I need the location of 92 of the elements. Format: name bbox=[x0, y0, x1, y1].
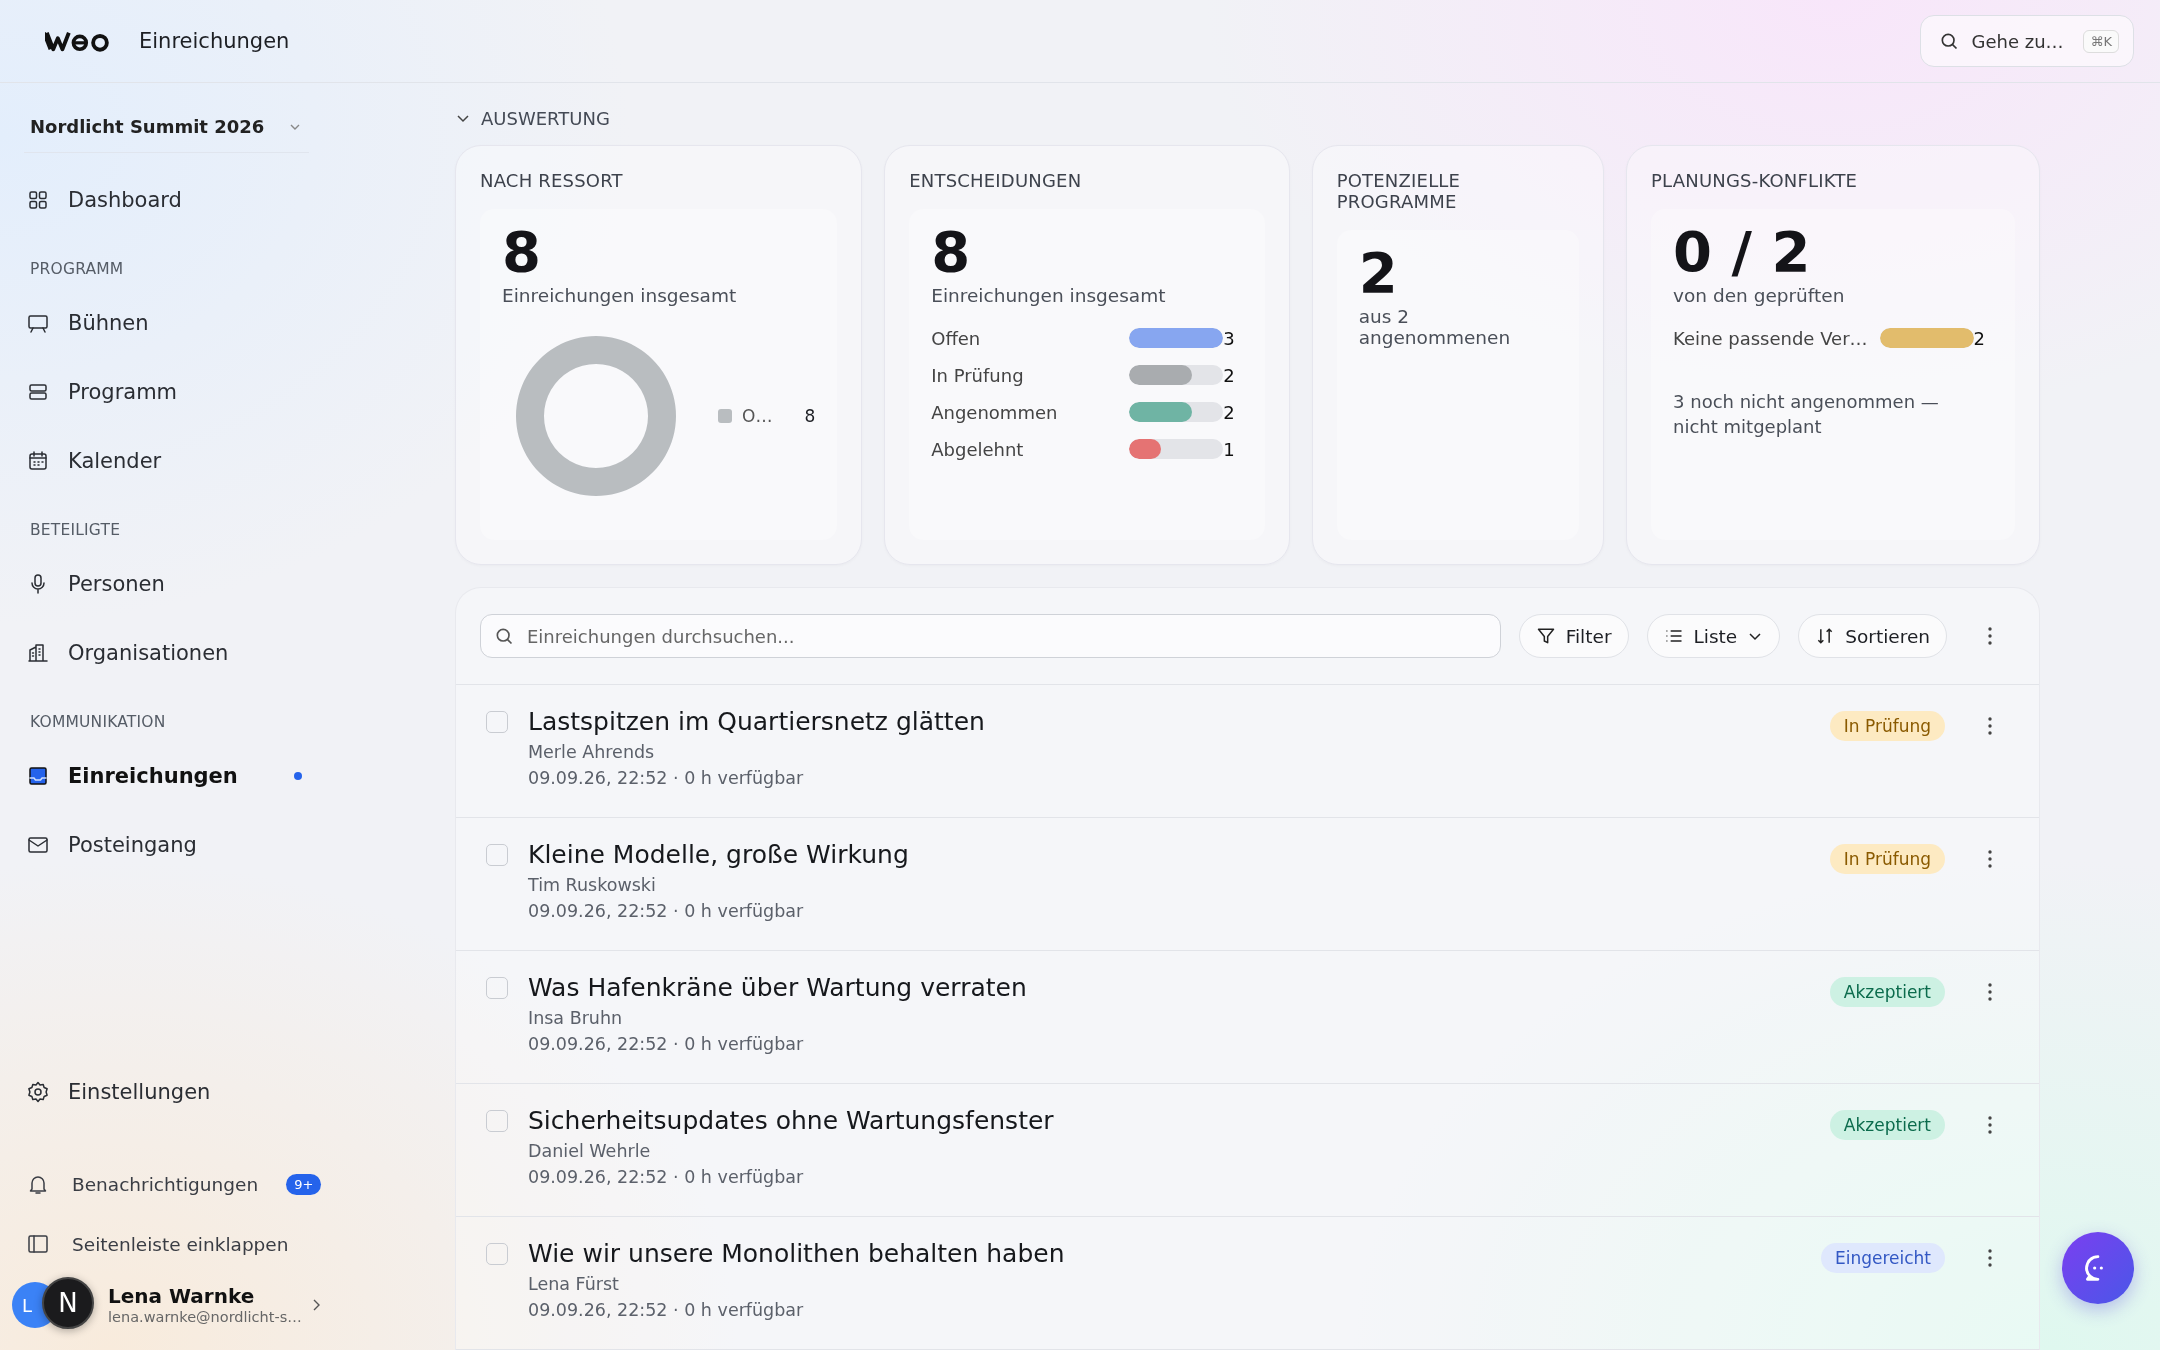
row-checkbox[interactable] bbox=[486, 1243, 508, 1265]
stat-value: 8 bbox=[931, 221, 972, 283]
row-checkbox[interactable] bbox=[486, 711, 508, 733]
nav-item[interactable]: Bühnen bbox=[24, 288, 314, 357]
bar-count: 2 bbox=[1223, 364, 1236, 386]
section-toggle[interactable]: AUSWERTUNG bbox=[455, 103, 610, 133]
bar-label: Offen bbox=[931, 327, 982, 349]
legend-label: O… bbox=[742, 405, 773, 426]
view-dropdown[interactable]: Liste bbox=[1646, 614, 1781, 658]
submission-author: Tim Ruskowski bbox=[528, 875, 656, 895]
nav-item[interactable]: Einreichungen bbox=[24, 741, 314, 810]
row-checkbox[interactable] bbox=[486, 844, 508, 866]
card-title: POTENZIELLE PROGRAMME bbox=[1336, 170, 1462, 212]
calendar-icon bbox=[26, 448, 50, 473]
submission-meta: 09.09.26, 22:52 · 0 h verfügbar bbox=[528, 768, 804, 788]
status-badge: In Prüfung bbox=[1829, 844, 1945, 874]
sidebar-icon bbox=[26, 1232, 50, 1256]
collapse-sidebar-link[interactable]: Seitenleiste einklappen bbox=[24, 1214, 324, 1274]
card-title: NACH RESSORT bbox=[480, 170, 624, 191]
status-badge: Eingereicht bbox=[1820, 1243, 1945, 1273]
stat-caption: Einreichungen insgesamt bbox=[502, 284, 738, 306]
status-badge: Akzeptiert bbox=[1829, 977, 1945, 1007]
nav-item[interactable]: Dashboard bbox=[24, 165, 314, 234]
search-field[interactable]: Einreichungen durchsuchen... bbox=[480, 614, 1501, 658]
submission-author: Daniel Wehrle bbox=[528, 1141, 651, 1161]
sort-button[interactable]: Sortieren bbox=[1798, 614, 1947, 658]
card-title: ENTSCHEIDUNGEN bbox=[909, 170, 1083, 191]
submission-meta: 09.09.26, 22:52 · 0 h verfügbar bbox=[528, 1034, 804, 1054]
search-icon bbox=[1939, 31, 1960, 51]
stat-caption: aus 2 angenommenen bbox=[1358, 305, 1512, 348]
user-name: Lena Warnke bbox=[108, 1283, 256, 1308]
search-field[interactable]: Gehe zu… bbox=[1969, 29, 2074, 53]
filter-button[interactable]: Filter bbox=[1518, 614, 1629, 658]
user-menu[interactable]: L N Lena Warnke lena.warnke@nordlicht-s… bbox=[12, 1274, 324, 1336]
nav-item[interactable]: Personen bbox=[24, 549, 314, 618]
bar-label: Abgelehnt bbox=[931, 438, 1025, 460]
more-icon[interactable] bbox=[1987, 1115, 1993, 1135]
count-badge: 9+ bbox=[286, 1173, 322, 1195]
chat-button[interactable] bbox=[2062, 1232, 2134, 1304]
more-icon[interactable] bbox=[1987, 849, 1993, 869]
notifications-link[interactable]: Benachrichtigungen 9+ bbox=[24, 1154, 324, 1214]
settings-icon bbox=[26, 1079, 50, 1104]
stat-caption: Einreichungen insgesamt bbox=[931, 284, 1167, 306]
section-label: BETEILIGTE bbox=[29, 520, 122, 541]
submission-meta: 09.09.26, 22:52 · 0 h verfügbar bbox=[528, 1167, 804, 1187]
submission-meta: 09.09.26, 22:52 · 0 h verfügbar bbox=[528, 901, 804, 921]
stat-value: 8 bbox=[502, 221, 542, 283]
bar-count: 2 bbox=[1223, 401, 1236, 423]
nav-item[interactable]: Einstellungen bbox=[24, 1057, 314, 1126]
more-icon[interactable] bbox=[1987, 626, 1993, 646]
bar-count: 3 bbox=[1223, 327, 1236, 349]
stat-value: 0 / 2 bbox=[1673, 221, 1812, 283]
event-selector[interactable]: Nordlicht Summit 2026 bbox=[24, 101, 309, 153]
card-title: PLANUNGS-KONFLIKTE bbox=[1651, 170, 1859, 191]
search-icon bbox=[494, 626, 514, 646]
submission-author: Insa Bruhn bbox=[528, 1008, 623, 1028]
submission-meta: 09.09.26, 22:52 · 0 h verfügbar bbox=[528, 1300, 804, 1320]
submission-title[interactable]: Wie wir unsere Monolithen behalten haben bbox=[528, 1239, 1065, 1268]
stat-value: 2 bbox=[1358, 242, 1399, 304]
nav-item[interactable]: Programm bbox=[24, 357, 314, 426]
nav-item[interactable]: Posteingang bbox=[24, 810, 314, 879]
logo-icon bbox=[45, 29, 111, 53]
row-checkbox[interactable] bbox=[486, 1110, 508, 1132]
user-email: lena.warnke@nordlicht-s… bbox=[108, 1307, 298, 1327]
more-icon[interactable] bbox=[1987, 716, 1993, 736]
more-icon[interactable] bbox=[1987, 1248, 1993, 1268]
page-title: Einreichungen bbox=[139, 29, 290, 53]
submission-title[interactable]: Kleine Modelle, große Wirkung bbox=[528, 840, 909, 869]
submission-title[interactable]: Was Hafenkräne über Wartung verraten bbox=[528, 973, 1027, 1002]
submission-author: Merle Ahrends bbox=[528, 742, 655, 762]
bar-count: 1 bbox=[1223, 438, 1236, 460]
submission-title[interactable]: Lastspitzen im Quartiersnetz glätten bbox=[528, 707, 985, 736]
section-label: KOMMUNIKATION bbox=[29, 712, 167, 733]
nav-item[interactable]: Organisationen bbox=[24, 618, 314, 687]
submission-title[interactable]: Sicherheitsupdates ohne Wartungsfenster bbox=[528, 1106, 1054, 1135]
card-note: 3 noch nicht angenommen — nicht mitgeplant bbox=[1673, 389, 1940, 439]
submission-author: Lena Fürst bbox=[528, 1274, 619, 1294]
status-badge: In Prüfung bbox=[1829, 711, 1945, 741]
legend-value: 8 bbox=[804, 405, 816, 426]
shortcut-hint: ⌘K bbox=[2083, 29, 2119, 53]
row-checkbox[interactable] bbox=[486, 977, 508, 999]
bar-label: Keine passende Ver… bbox=[1673, 327, 1868, 349]
filter-icon bbox=[1535, 626, 1556, 646]
bar-label: Angenommen bbox=[931, 401, 1059, 423]
bar-count: 2 bbox=[1973, 327, 1986, 349]
stat-caption: von den geprüften bbox=[1673, 284, 1846, 306]
nav-item[interactable]: Kalender bbox=[24, 426, 314, 495]
dev-tools-button[interactable]: N bbox=[42, 1277, 94, 1329]
bar-label: In Prüfung bbox=[931, 364, 1025, 386]
more-icon[interactable] bbox=[1987, 982, 1993, 1002]
section-label: PROGRAMM bbox=[29, 259, 125, 280]
status-badge: Akzeptiert bbox=[1829, 1110, 1945, 1140]
